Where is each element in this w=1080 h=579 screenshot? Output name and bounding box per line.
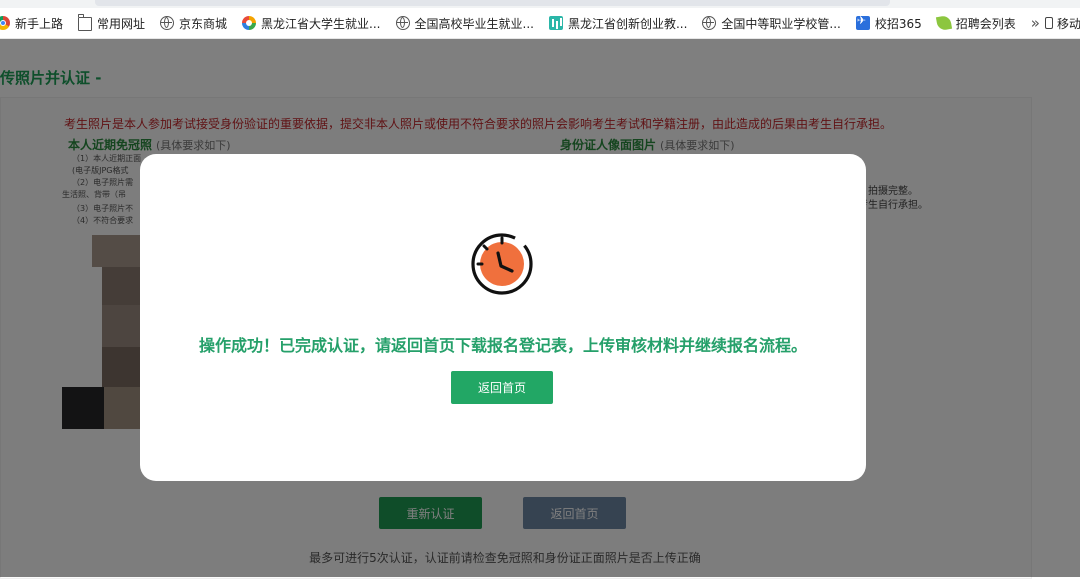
bookmark-item[interactable]: 京东商城: [160, 8, 234, 38]
bookmark-label: 黑龙江省大学生就业...: [261, 16, 381, 31]
bookmark-item[interactable]: 全国中等职业学校管...: [702, 8, 847, 38]
swirl-icon: [242, 16, 257, 30]
bookmarks-bar: 新手上路 常用网址 京东商城 黑龙江省大学生就业... 全国高校毕业生就业...…: [0, 8, 1080, 39]
chrome-icon: [0, 16, 10, 30]
more-bookmarks-icon[interactable]: »: [1031, 14, 1040, 32]
teal-icon: [548, 16, 563, 30]
globe-icon: [160, 16, 175, 30]
blue-icon: [855, 14, 870, 30]
bookmark-item[interactable]: 校招365: [855, 8, 929, 38]
bookmark-label: 校招365: [874, 16, 922, 31]
bookmark-folder[interactable]: 常用网址: [77, 8, 152, 38]
omnibox-edge[interactable]: [95, 0, 890, 6]
bookmark-item[interactable]: 黑龙江省创新创业教...: [548, 8, 694, 38]
globe-icon: [395, 16, 410, 30]
bookmark-label: 全国高校毕业生就业...: [414, 16, 534, 31]
bookmark-item[interactable]: 黑龙江省大学生就业...: [242, 8, 387, 38]
leaf-icon: [935, 14, 952, 32]
phone-icon: [1044, 17, 1053, 29]
success-message: 操作成功！已完成认证，请返回首页下载报名登记表，上传审核材料并继续报名流程。: [198, 336, 807, 355]
bookmark-item[interactable]: 全国高校毕业生就业...: [395, 8, 541, 38]
clock-icon: [471, 233, 533, 295]
bookmark-label: 招聘会列表: [955, 16, 1016, 31]
bookmark-label: 京东商城: [179, 16, 228, 31]
bookmark-item[interactable]: 新手上路: [0, 8, 70, 38]
address-bar-strip: [0, 0, 1080, 8]
globe-icon: [702, 16, 717, 30]
bookmark-label: 新手上路: [15, 16, 64, 31]
bookmark-item[interactable]: 招聘会列表: [935, 8, 1023, 38]
bookmark-label: 全国中等职业学校管...: [721, 16, 841, 31]
bookmark-label: 黑龙江省创新创业教...: [567, 16, 688, 31]
folder-icon: [77, 14, 93, 31]
mobile-bookmarks[interactable]: 移动设备上: [1044, 15, 1080, 32]
return-home-button[interactable]: 返回首页: [451, 371, 553, 404]
bookmark-label: 常用网址: [97, 16, 146, 31]
mobile-bookmarks-label: 移动设备上: [1056, 16, 1080, 31]
success-dialog: 操作成功！已完成认证，请返回首页下载报名登记表，上传审核材料并继续报名流程。 返…: [140, 154, 866, 481]
